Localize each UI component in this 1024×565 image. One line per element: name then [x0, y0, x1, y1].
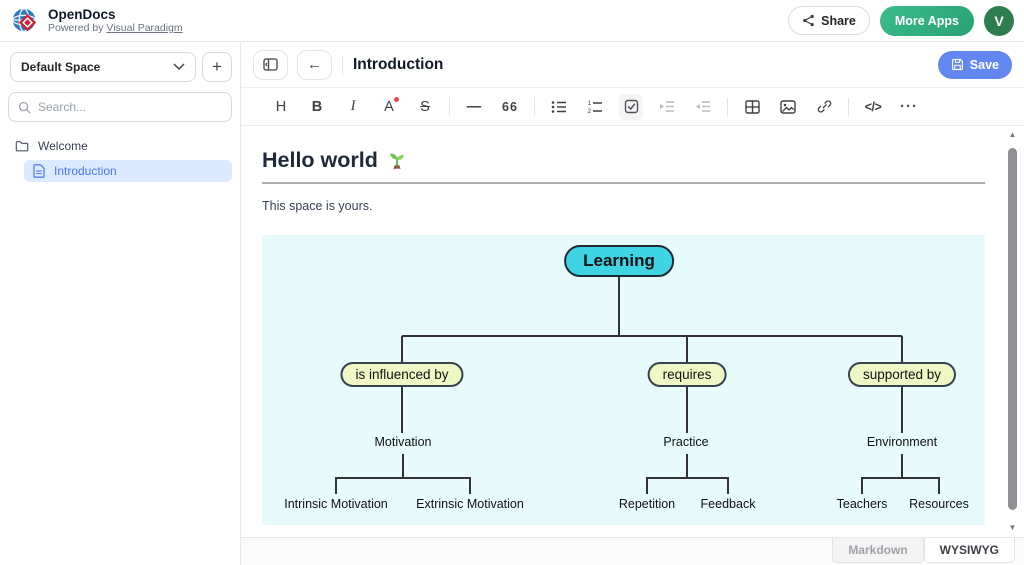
tree-item-label: Welcome: [38, 139, 88, 153]
outdent-button[interactable]: [691, 94, 715, 120]
outdent-icon: [695, 100, 711, 113]
tree-item-label: Introduction: [54, 164, 117, 178]
mindmap-leaf-label: Extrinsic Motivation: [416, 497, 524, 511]
toggle-sidebar-button[interactable]: [253, 50, 288, 80]
divider: [342, 55, 343, 75]
heading-rule: [262, 182, 985, 184]
scrollbar-thumb[interactable]: [1008, 148, 1017, 510]
mindmap-leaf-label: Resources: [909, 497, 969, 511]
mindmap-leaf-label: Repetition: [619, 497, 675, 511]
powered-by: Powered by Visual Paradigm: [48, 22, 183, 34]
strikethrough-button[interactable]: S: [413, 94, 437, 120]
mindmap-branch-node: is influenced by: [340, 362, 463, 387]
app-header: OpenDocs Powered by Visual Paradigm Shar…: [0, 0, 1024, 42]
mindmap-image: Learning is influenced by requires suppo…: [262, 235, 985, 525]
link-button[interactable]: [812, 94, 836, 120]
blockquote-button[interactable]: 66: [498, 94, 522, 120]
scroll-up-icon[interactable]: ▲: [1006, 130, 1019, 140]
mindmap-root-node: Learning: [564, 245, 674, 277]
task-list-button[interactable]: [619, 94, 643, 120]
opendocs-logo-icon: [10, 6, 40, 36]
code-button[interactable]: </>: [861, 94, 885, 120]
indent-icon: [659, 100, 675, 113]
mindmap-leaf-label: Teachers: [837, 497, 888, 511]
scroll-down-icon[interactable]: ▼: [1006, 523, 1019, 533]
main-panel: ← Introduction Save H B I A S — 66: [241, 42, 1024, 565]
mindmap-topic-label: Environment: [867, 435, 937, 449]
horizontal-rule-button[interactable]: —: [462, 94, 486, 120]
document-icon: [33, 164, 45, 178]
svg-text:2: 2: [588, 108, 592, 114]
editor-scrollbar[interactable]: ▲ ▼: [1006, 130, 1019, 533]
italic-button[interactable]: I: [341, 94, 365, 120]
mindmap-topic-label: Practice: [663, 435, 708, 449]
doc-toolbar: ← Introduction Save: [241, 42, 1024, 88]
page-title: Introduction: [353, 56, 443, 74]
panel-toggle-icon: [263, 58, 278, 71]
mindmap-branch-node: supported by: [848, 362, 956, 387]
divider: [534, 98, 535, 116]
mindmap-leaf-label: Intrinsic Motivation: [284, 497, 388, 511]
editor-area[interactable]: Hello world This space is yours.: [241, 126, 1024, 537]
search-input[interactable]: [38, 100, 222, 114]
share-icon: [802, 14, 815, 27]
bullet-list-button[interactable]: [547, 94, 571, 120]
tab-markdown[interactable]: Markdown: [832, 538, 923, 563]
tab-wysiwyg[interactable]: WYSIWYG: [924, 538, 1015, 563]
user-avatar[interactable]: V: [984, 6, 1014, 36]
save-button[interactable]: Save: [938, 51, 1012, 79]
bold-button[interactable]: B: [305, 94, 329, 120]
numbered-list-icon: 1 2: [587, 100, 603, 114]
sidebar-item-welcome[interactable]: Welcome: [0, 135, 240, 157]
bullet-list-icon: [551, 100, 567, 114]
folder-icon: [15, 140, 29, 152]
text-color-button[interactable]: A: [377, 94, 401, 120]
mindmap-branch-node: requires: [648, 362, 727, 387]
table-button[interactable]: [740, 94, 764, 120]
svg-text:1: 1: [588, 100, 592, 107]
space-selector[interactable]: Default Space: [10, 52, 196, 82]
doc-heading: Hello world: [262, 148, 985, 173]
save-icon: [951, 58, 964, 71]
checkbox-icon: [624, 99, 639, 114]
link-icon: [817, 99, 832, 114]
image-button[interactable]: [776, 94, 800, 120]
search-icon: [18, 101, 31, 114]
visual-paradigm-link[interactable]: Visual Paradigm: [106, 22, 182, 34]
editor-footer: Markdown WYSIWYG: [241, 537, 1024, 565]
app-name: OpenDocs: [48, 7, 183, 22]
color-dot: [394, 97, 399, 102]
divider: [727, 98, 728, 116]
divider: [449, 98, 450, 116]
mindmap-leaf-label: Feedback: [701, 497, 756, 511]
seedling-emoji: [386, 150, 408, 172]
divider: [848, 98, 849, 116]
search-box[interactable]: [8, 92, 232, 122]
heading-button[interactable]: H: [269, 94, 293, 120]
space-selector-value: Default Space: [21, 60, 100, 74]
indent-button[interactable]: [655, 94, 679, 120]
table-icon: [745, 100, 760, 114]
chevron-down-icon: [173, 63, 185, 71]
share-button[interactable]: Share: [788, 6, 870, 35]
format-toolbar: H B I A S — 66 1 2: [241, 88, 1024, 126]
numbered-list-button[interactable]: 1 2: [583, 94, 607, 120]
image-icon: [780, 100, 796, 114]
back-button[interactable]: ←: [297, 50, 332, 80]
back-arrow-icon: ←: [307, 56, 322, 73]
more-apps-button[interactable]: More Apps: [880, 6, 974, 36]
mindmap-topic-label: Motivation: [375, 435, 432, 449]
sidebar: Default Space + Welcome Introduction: [0, 42, 241, 565]
add-page-button[interactable]: +: [202, 52, 232, 82]
brand: OpenDocs Powered by Visual Paradigm: [10, 6, 183, 36]
sidebar-item-introduction[interactable]: Introduction: [24, 160, 232, 182]
more-options-button[interactable]: ···: [897, 94, 921, 120]
doc-paragraph: This space is yours.: [262, 199, 985, 213]
page-tree: Welcome Introduction: [0, 135, 240, 182]
